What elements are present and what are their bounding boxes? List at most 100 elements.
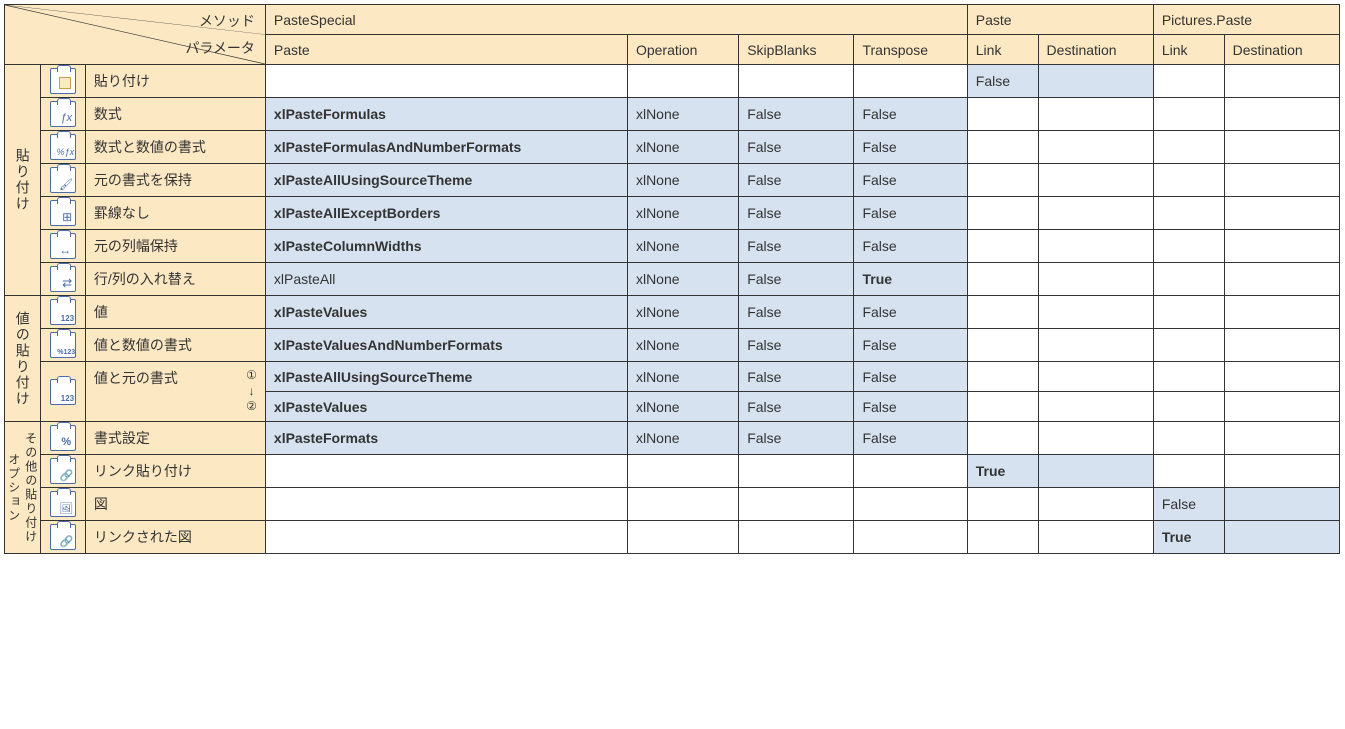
cell bbox=[1224, 455, 1339, 488]
cell-destination bbox=[1224, 488, 1339, 521]
cell-sb: False bbox=[739, 422, 854, 455]
cell-sb: False bbox=[739, 296, 854, 329]
cell bbox=[1224, 131, 1339, 164]
cell bbox=[1038, 422, 1153, 455]
step-indicator: ① ↓ ② bbox=[246, 368, 257, 415]
cell-sb: False bbox=[739, 263, 854, 296]
param-link1: Link bbox=[967, 35, 1038, 65]
clipboard-sourcetheme-icon bbox=[50, 167, 76, 193]
clipboard-paste-icon bbox=[50, 68, 76, 94]
cell-op: xlNone bbox=[627, 131, 738, 164]
row-label: 元の書式を保持 bbox=[85, 164, 265, 197]
row-label: 元の列幅保持 bbox=[85, 230, 265, 263]
cell-paste: xlPasteColumnWidths bbox=[265, 230, 627, 263]
arrow-down-icon: ↓ bbox=[249, 384, 255, 398]
icon-cell bbox=[41, 488, 85, 521]
table-row: 貼り付け 貼り付け False bbox=[5, 65, 1340, 98]
cell-sb: False bbox=[739, 362, 854, 392]
cell bbox=[1153, 164, 1224, 197]
step-2: ② bbox=[246, 399, 257, 413]
cell bbox=[1153, 230, 1224, 263]
icon-cell bbox=[41, 164, 85, 197]
icon-cell bbox=[41, 329, 85, 362]
cell-tr: True bbox=[854, 263, 967, 296]
cell-op: xlNone bbox=[627, 164, 738, 197]
clipboard-piclink-icon bbox=[50, 524, 76, 550]
clipboard-formats-icon bbox=[50, 425, 76, 451]
table-row: 数式 xlPasteFormulas xlNone False False bbox=[5, 98, 1340, 131]
cell-link: False bbox=[967, 65, 1038, 98]
cell bbox=[1153, 131, 1224, 164]
cell-sb: False bbox=[739, 230, 854, 263]
cell bbox=[627, 65, 738, 98]
cell bbox=[967, 197, 1038, 230]
cell-op: xlNone bbox=[627, 230, 738, 263]
clipboard-valuesfmt-icon bbox=[50, 332, 76, 358]
cell bbox=[739, 521, 854, 554]
cell-paste: xlPasteAllUsingSourceTheme bbox=[265, 164, 627, 197]
icon-cell bbox=[41, 65, 85, 98]
cell-paste: xlPasteFormulas bbox=[265, 98, 627, 131]
row-label: 数式 bbox=[85, 98, 265, 131]
cell bbox=[1153, 98, 1224, 131]
cell bbox=[967, 296, 1038, 329]
cell bbox=[967, 488, 1038, 521]
row-label: 値と元の書式 ① ↓ ② bbox=[85, 362, 265, 422]
param-operation: Operation bbox=[627, 35, 738, 65]
header-diagonal: メソッド パラメータ bbox=[5, 5, 266, 65]
cell-paste: xlPasteValues bbox=[265, 296, 627, 329]
cell-link: True bbox=[1153, 521, 1224, 554]
clipboard-colwidth-icon bbox=[50, 233, 76, 259]
cell bbox=[1224, 362, 1339, 392]
cell bbox=[1038, 263, 1153, 296]
cell bbox=[1038, 164, 1153, 197]
cell bbox=[1153, 362, 1224, 392]
cell bbox=[265, 65, 627, 98]
table-row: その他の貼り付けオプション 書式設定 xlPasteFormats xlNone… bbox=[5, 422, 1340, 455]
row-label: 値 bbox=[85, 296, 265, 329]
row-label: リンク貼り付け bbox=[85, 455, 265, 488]
table-row: 元の列幅保持 xlPasteColumnWidths xlNone False … bbox=[5, 230, 1340, 263]
group-other-label: その他の貼り付けオプション bbox=[5, 422, 41, 554]
cell-tr: False bbox=[854, 164, 967, 197]
cell bbox=[967, 329, 1038, 362]
row-label: リンクされた図 bbox=[85, 521, 265, 554]
table-row: 元の書式を保持 xlPasteAllUsingSourceTheme xlNon… bbox=[5, 164, 1340, 197]
cell bbox=[1224, 422, 1339, 455]
cell bbox=[967, 263, 1038, 296]
cell bbox=[1153, 392, 1224, 422]
row-label: 貼り付け bbox=[85, 65, 265, 98]
param-destination1: Destination bbox=[1038, 35, 1153, 65]
cell-sb: False bbox=[739, 392, 854, 422]
cell bbox=[967, 362, 1038, 392]
cell bbox=[1038, 230, 1153, 263]
cell-paste: xlPasteValuesAndNumberFormats bbox=[265, 329, 627, 362]
row-label: 値と数値の書式 bbox=[85, 329, 265, 362]
cell-tr: False bbox=[854, 98, 967, 131]
cell bbox=[854, 488, 967, 521]
paste-methods-table: メソッド パラメータ PasteSpecial Paste Pictures.P… bbox=[4, 4, 1340, 554]
cell bbox=[1153, 263, 1224, 296]
clipboard-picture-icon bbox=[50, 491, 76, 517]
row-label: 書式設定 bbox=[85, 422, 265, 455]
cell-op: xlNone bbox=[627, 197, 738, 230]
param-link2: Link bbox=[1153, 35, 1224, 65]
method-paste: Paste bbox=[967, 5, 1153, 35]
cell bbox=[265, 455, 627, 488]
cell-paste: xlPasteAll bbox=[265, 263, 627, 296]
cell-paste: xlPasteFormats bbox=[265, 422, 627, 455]
table-row: 値と数値の書式 xlPasteValuesAndNumberFormats xl… bbox=[5, 329, 1340, 362]
icon-cell bbox=[41, 263, 85, 296]
cell-sb: False bbox=[739, 164, 854, 197]
table-row: 数式と数値の書式 xlPasteFormulasAndNumberFormats… bbox=[5, 131, 1340, 164]
param-paste: Paste bbox=[265, 35, 627, 65]
row-label: 行/列の入れ替え bbox=[85, 263, 265, 296]
cell bbox=[1038, 98, 1153, 131]
cell bbox=[967, 164, 1038, 197]
cell bbox=[1038, 521, 1153, 554]
cell-link: False bbox=[1153, 488, 1224, 521]
cell bbox=[1224, 230, 1339, 263]
group-values-label: 値の貼り付け bbox=[5, 296, 41, 422]
cell bbox=[1038, 329, 1153, 362]
cell bbox=[967, 392, 1038, 422]
